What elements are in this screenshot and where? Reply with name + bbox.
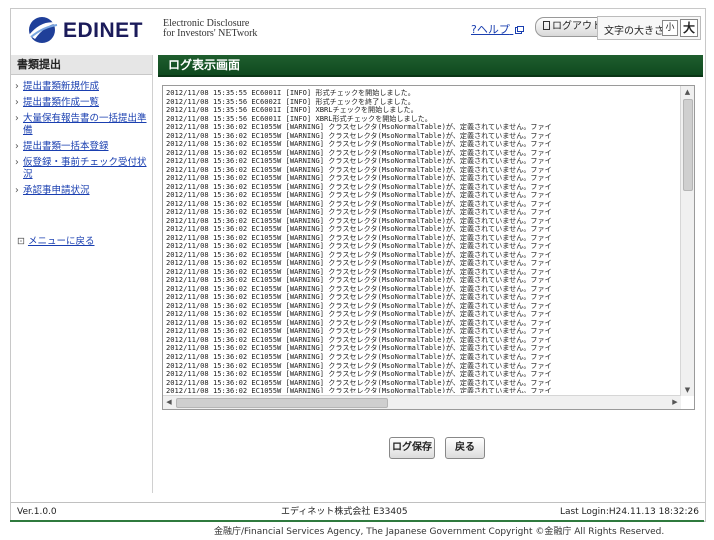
copyright-text: 金融庁/Financial Services Agency, The Japan… (214, 527, 665, 537)
back-to-menu-link[interactable]: ⊡ メニューに戻る (17, 233, 94, 247)
log-lines: 2012/11/08 15:35:55 EC6001I [INFO] 形式チェッ… (166, 89, 680, 393)
back-button[interactable]: 戻る (445, 437, 485, 459)
footer: Ver.1.0.0 エディネット株式会社 E33405 Last Login:H… (11, 502, 705, 521)
sidebar-item-precheck-status[interactable]: 仮登録・事前チェック受付状況 (15, 157, 147, 181)
sidebar-heading: 書類提出 (11, 55, 152, 75)
main-content: ログ表示画面 2012/11/08 15:35:55 EC6001I [INFO… (158, 55, 703, 493)
horizontal-scrollbar[interactable]: ◀ ▶ (163, 395, 681, 409)
horizontal-scroll-thumb[interactable] (176, 398, 388, 408)
brand-name: EDINET (63, 19, 144, 42)
scroll-right-icon[interactable]: ▶ (669, 396, 681, 409)
font-large-button[interactable]: 大 (680, 19, 698, 37)
log-textarea[interactable]: 2012/11/08 15:35:55 EC6001I [INFO] 形式チェッ… (162, 85, 695, 410)
back-to-menu-label: メニューに戻る (27, 236, 95, 247)
help-label: ?ヘルプ (471, 23, 510, 36)
logout-icon (543, 21, 550, 30)
sidebar-item-approval-status[interactable]: 承認事申請状況 (15, 185, 147, 197)
sidebar-item-new-document[interactable]: 提出書類新規作成 (15, 81, 147, 93)
sidebar-item-bulk-registration[interactable]: 提出書類一括本登録 (15, 141, 147, 153)
font-size-control: 文字の大きさ 小 大 (597, 16, 701, 40)
page-title: ログ表示画面 (158, 55, 703, 77)
app-frame: EDINET Electronic Disclosure for Investo… (10, 8, 706, 522)
tagline-line-2: for Investors' NETwork (163, 28, 258, 39)
scroll-down-icon[interactable]: ▼ (681, 384, 694, 396)
sidebar-menu: 提出書類新規作成 提出書類作成一覧 大量保有報告書の一括提出準備 提出書類一括本… (15, 81, 147, 201)
sidebar-item-document-list[interactable]: 提出書類作成一覧 (15, 97, 147, 109)
save-log-button[interactable]: ログ保存 (389, 437, 435, 459)
edinet-logo-icon (29, 17, 58, 43)
sidebar-item-bulk-holding-report[interactable]: 大量保有報告書の一括提出準備 (15, 113, 147, 137)
font-size-label: 文字の大きさ (604, 26, 664, 37)
help-link[interactable]: ?ヘルプ (471, 21, 525, 37)
last-login-text: Last Login:H24.11.13 18:32:26 (559, 507, 699, 517)
footer-divider (10, 520, 704, 522)
vertical-scrollbar[interactable]: ▲ ▼ (680, 86, 694, 396)
back-box-icon: ⊡ (17, 236, 25, 247)
external-window-icon (515, 26, 525, 34)
scroll-up-icon[interactable]: ▲ (681, 86, 694, 98)
brand-tagline: Electronic Disclosure for Investors' NET… (163, 19, 257, 39)
log-line: 2012/11/08 15:36:02 EC1055W [WARNING] クラ… (166, 386, 552, 393)
logout-label: ログアウト (552, 21, 602, 32)
sidebar: 書類提出 提出書類新規作成 提出書類作成一覧 大量保有報告書の一括提出準備 提出… (11, 55, 153, 493)
version-text: Ver.1.0.0 (17, 507, 57, 517)
company-name: エディネット株式会社 E33405 (281, 507, 408, 517)
header: EDINET Electronic Disclosure for Investo… (11, 9, 705, 49)
scroll-left-icon[interactable]: ◀ (163, 396, 175, 409)
font-small-button[interactable]: 小 (662, 20, 678, 36)
vertical-scroll-thumb[interactable] (683, 99, 693, 191)
